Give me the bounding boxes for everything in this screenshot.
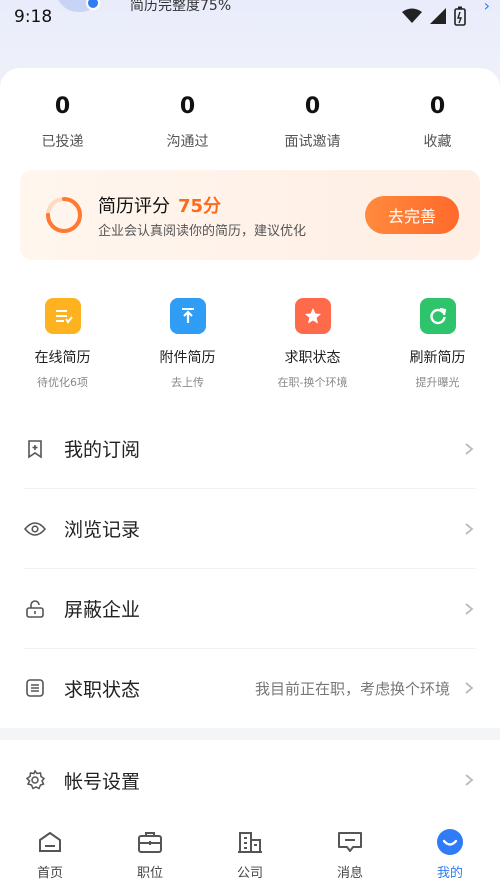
stat-label: 沟通过 [166, 134, 209, 150]
quick-online-resume[interactable]: 在线简历 待优化6项 [0, 298, 125, 390]
score-title-label: 简历评分 [98, 196, 170, 217]
battery-icon [454, 6, 466, 26]
bookmark-icon [24, 438, 46, 460]
status-icons [402, 6, 466, 26]
menu-blocked-companies[interactable]: 屏蔽企业 [24, 569, 476, 649]
menu-label: 我的订阅 [64, 439, 141, 461]
chevron-right-icon [462, 442, 476, 456]
attachment-resume-icon [169, 298, 206, 334]
tab-label: 职位 [136, 866, 163, 881]
tab-label: 公司 [236, 866, 263, 881]
quick-label: 附件简历 [159, 350, 216, 366]
score-subtitle: 企业会认真阅读你的简历，建议优化 [98, 224, 307, 239]
chevron-right-icon [462, 773, 476, 787]
resume-completeness-text: 简历完整度75% [130, 0, 232, 12]
tab-home[interactable]: 首页 [0, 820, 100, 888]
quick-attachment-resume[interactable]: 附件简历 去上传 [125, 298, 250, 390]
tab-companies[interactable]: 公司 [200, 820, 300, 888]
profile-card: 0 已投递 0 沟通过 0 面试邀请 0 收藏 简历评分 75分 企业会认真阅读你… [0, 68, 500, 728]
tab-label: 消息 [336, 866, 363, 881]
quick-sub: 待优化6项 [37, 376, 88, 389]
message-icon [336, 828, 364, 856]
briefcase-icon [136, 828, 164, 856]
refresh-resume-icon [419, 298, 456, 334]
stat-value: 0 [429, 94, 446, 119]
tab-profile[interactable]: 我的 [400, 820, 500, 888]
status-time: 9:18 [14, 7, 53, 27]
menu-label: 屏蔽企业 [64, 599, 141, 621]
home-icon [36, 828, 64, 856]
tab-label: 我的 [436, 866, 463, 881]
notification-peek: 简历完整度75% [56, 0, 356, 12]
stat-favorites[interactable]: 0 收藏 [375, 94, 500, 151]
chevron-right-icon [462, 602, 476, 616]
stat-value: 0 [179, 94, 196, 119]
wifi-icon [402, 8, 422, 23]
score-ring-icon [46, 197, 82, 233]
stat-value: 0 [54, 94, 71, 119]
gender-badge-icon [86, 0, 100, 10]
menu-label: 求职状态 [64, 678, 141, 701]
menu-label: 浏览记录 [64, 519, 141, 541]
status-bar: 9:18 简历完整度75% › [0, 0, 500, 34]
score-title: 简历评分 75分 [98, 192, 221, 218]
quick-label: 刷新简历 [409, 350, 466, 366]
resume-score-card[interactable]: 简历评分 75分 企业会认真阅读你的简历，建议优化 去完善 [20, 170, 480, 260]
tab-messages[interactable]: 消息 [300, 820, 400, 888]
score-value: 75分 [178, 196, 222, 217]
peek-arrow-icon[interactable]: › [484, 0, 490, 15]
quick-actions: 在线简历 待优化6项 附件简历 去上传 求职状态 在职-换个环境 刷新简历 提升… [0, 298, 500, 390]
settings-panel: 帐号设置 [0, 740, 500, 820]
tab-label: 首页 [36, 866, 63, 881]
improve-resume-button[interactable]: 去完善 [365, 196, 459, 234]
stat-communicated[interactable]: 0 沟通过 [125, 94, 250, 151]
profile-icon [436, 828, 464, 856]
stats-row: 0 已投递 0 沟通过 0 面试邀请 0 收藏 [0, 94, 500, 151]
avatar [56, 0, 102, 12]
signal-icon [430, 8, 446, 24]
gear-icon [24, 769, 46, 791]
stat-label: 收藏 [423, 134, 452, 150]
chevron-right-icon [462, 681, 476, 695]
quick-sub: 去上传 [171, 376, 204, 389]
menu-browse-history[interactable]: 浏览记录 [24, 489, 476, 569]
job-status-icon [294, 298, 331, 334]
building-icon [236, 828, 264, 856]
tab-jobs[interactable]: 职位 [100, 820, 200, 888]
quick-refresh-resume[interactable]: 刷新简历 提升曝光 [375, 298, 500, 390]
quick-job-status[interactable]: 求职状态 在职-换个环境 [250, 298, 375, 390]
lock-icon [24, 598, 46, 620]
online-resume-icon [44, 298, 81, 334]
menu-label: 帐号设置 [64, 770, 141, 793]
stat-label: 已投递 [41, 134, 84, 150]
bottom-tab-bar: 首页 职位 公司 消息 我的 [0, 820, 500, 888]
chevron-right-icon [462, 522, 476, 536]
eye-icon [24, 518, 46, 540]
quick-label: 在线简历 [34, 350, 91, 366]
stat-delivered[interactable]: 0 已投递 [0, 94, 125, 151]
menu-subscriptions[interactable]: 我的订阅 [24, 409, 476, 489]
quick-sub: 在职-换个环境 [277, 376, 348, 389]
stat-label: 面试邀请 [284, 134, 341, 150]
menu-job-status[interactable]: 求职状态 我目前正在职，考虑换个环境 [24, 648, 476, 728]
quick-sub: 提升曝光 [415, 376, 460, 389]
menu-account-settings[interactable]: 帐号设置 [24, 740, 476, 820]
document-icon [24, 677, 46, 699]
stat-value: 0 [304, 94, 321, 119]
stat-interview-invites[interactable]: 0 面试邀请 [250, 94, 375, 151]
menu-value: 我目前正在职，考虑换个环境 [254, 679, 450, 698]
quick-label: 求职状态 [284, 350, 341, 366]
